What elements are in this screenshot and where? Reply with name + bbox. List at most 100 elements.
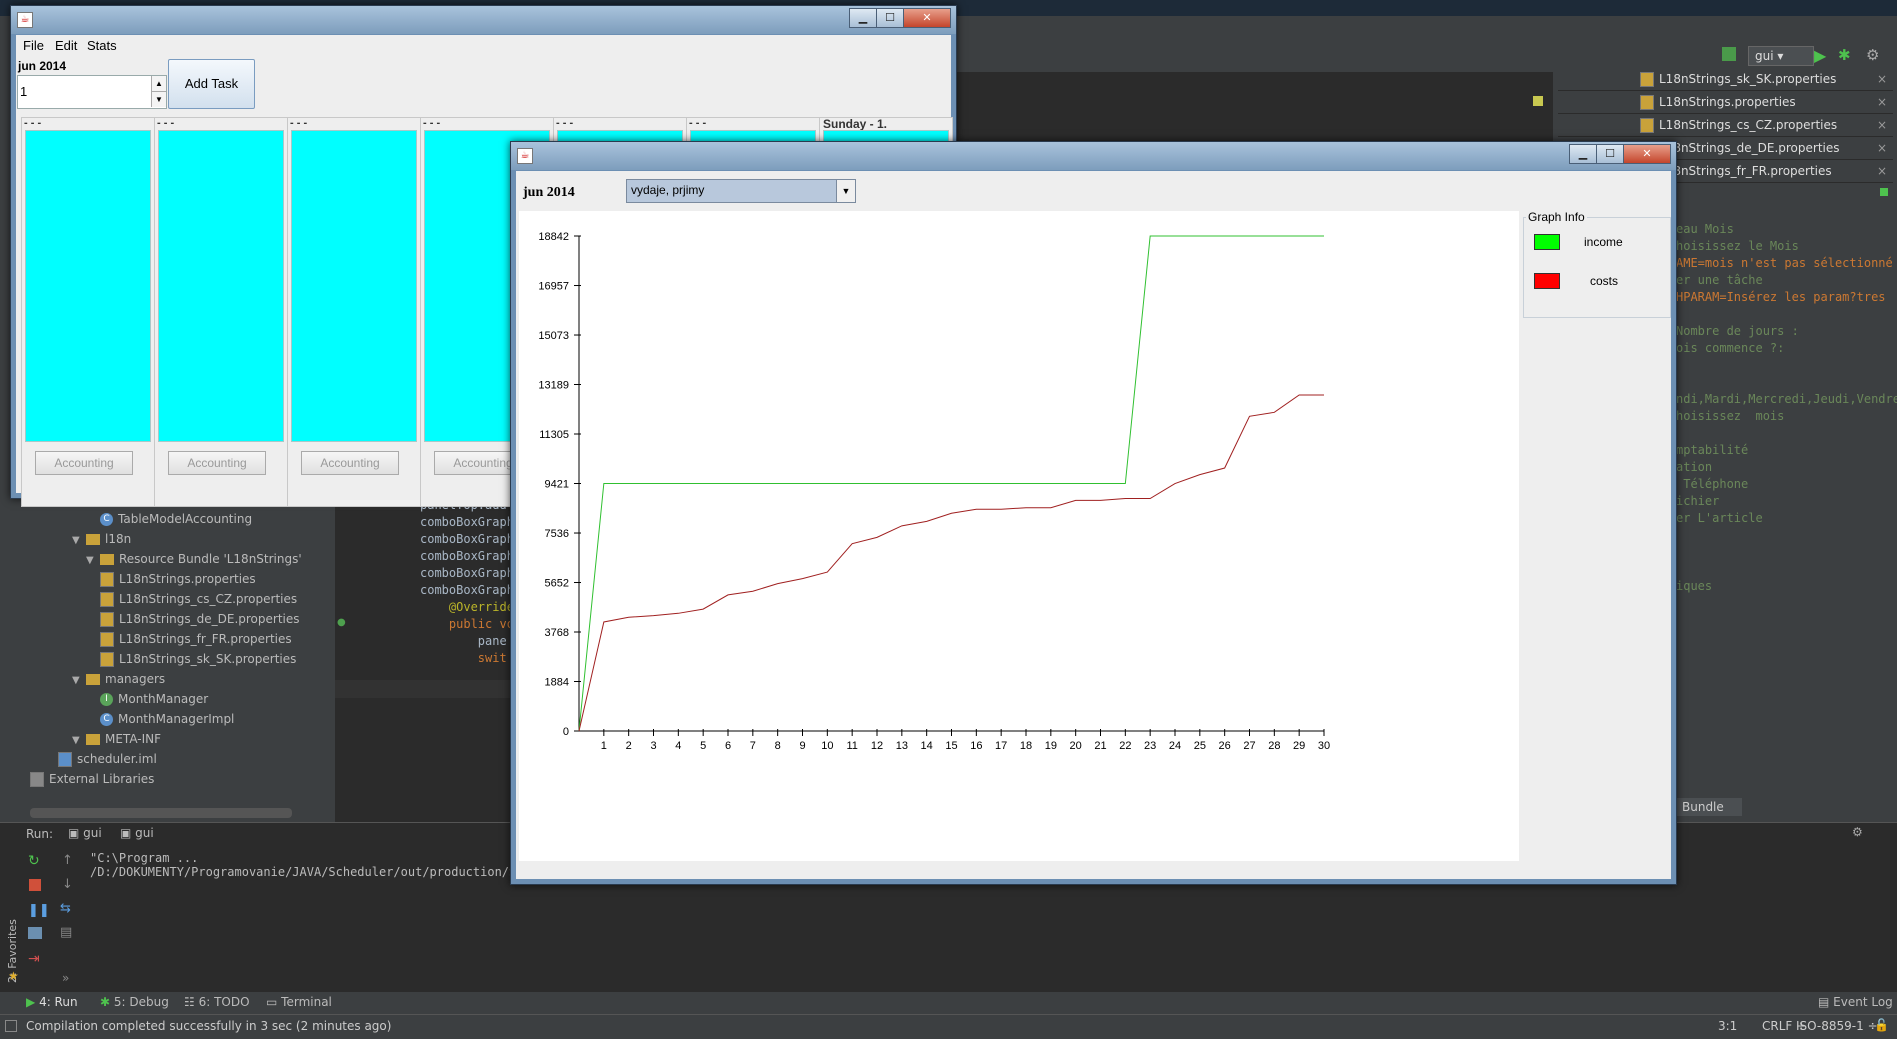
scroll-down-icon[interactable]: ↓: [62, 877, 73, 892]
run-tab-label: gui: [83, 826, 102, 840]
properties-line: er L'article: [1676, 511, 1763, 525]
file-encoding[interactable]: ISO-8859-1 ÷: [1796, 1019, 1878, 1033]
x-tick-label: 14: [921, 740, 933, 752]
bundle-tab[interactable]: Bundle: [1676, 798, 1742, 816]
run-config-select[interactable]: gui ▾: [1748, 46, 1814, 66]
graph-maximize-button[interactable]: ☐: [1596, 144, 1624, 164]
close-tab-icon[interactable]: ×: [1877, 91, 1887, 113]
tree-item[interactable]: scheduler.iml: [58, 750, 157, 768]
spinner-up-icon[interactable]: ▲: [151, 76, 166, 92]
status-toggle-icon[interactable]: [5, 1020, 17, 1032]
tool-tab-todo[interactable]: ☷ 6: TODO: [184, 995, 250, 1009]
expand-arrow-icon[interactable]: ▼: [72, 532, 82, 550]
properties-file-icon: [1640, 118, 1654, 133]
day-column-header: - - -: [157, 117, 175, 129]
tree-item[interactable]: ▼ Resource Bundle 'L18nStrings': [86, 550, 302, 568]
close-tab-icon[interactable]: ×: [1877, 137, 1887, 159]
tree-item[interactable]: L18nStrings_de_DE.properties: [100, 610, 300, 628]
accounting-button[interactable]: Accounting: [301, 451, 399, 475]
tool-tab-debug[interactable]: ✱ 5: Debug: [100, 995, 169, 1009]
close-tab-icon[interactable]: ×: [1877, 68, 1887, 90]
graph-close-button[interactable]: ✕: [1623, 144, 1671, 164]
day-tasks-area[interactable]: [291, 130, 417, 442]
soft-wrap-icon[interactable]: ⇆: [60, 901, 71, 916]
settings-icon[interactable]: ⚙: [1866, 46, 1879, 64]
menu-file[interactable]: File: [23, 38, 44, 53]
run-settings-icon[interactable]: ⚙: [1852, 825, 1863, 839]
tree-item[interactable]: L18nStrings_sk_SK.properties: [100, 650, 296, 668]
day-tasks-area[interactable]: [158, 130, 284, 442]
tree-item[interactable]: C MonthManagerImpl: [100, 710, 234, 728]
tree-item[interactable]: External Libraries: [30, 770, 154, 788]
scroll-up-icon[interactable]: ↑: [62, 853, 73, 868]
properties-line: ois commence ?:: [1676, 341, 1785, 355]
tree-item[interactable]: L18nStrings.properties: [100, 570, 256, 588]
tool-tab-run[interactable]: ▶ 4: Run: [26, 995, 78, 1009]
tree-item[interactable]: ▼ managers: [72, 670, 165, 688]
project-tree: C TableModelAccounting ▼ l18n ▼ Resource Bund…: [0, 510, 335, 790]
stop-icon[interactable]: [29, 879, 41, 891]
x-tick-label: 10: [821, 740, 833, 752]
properties-line: er une tâche: [1676, 273, 1763, 287]
folder-icon: [86, 674, 100, 685]
editor-tab[interactable]: L18nStrings.properties ×: [1558, 91, 1893, 114]
tool-tab-label: 6: TODO: [198, 995, 250, 1009]
project-scrollbar[interactable]: [30, 808, 292, 818]
tree-item[interactable]: ▼ l18n: [72, 530, 131, 548]
combo-arrow-icon[interactable]: ▼: [836, 180, 855, 202]
event-log-tab[interactable]: ▤ Event Log: [1818, 995, 1893, 1009]
graph-type-combo[interactable]: vydaje, prjimy ▼: [626, 179, 856, 203]
close-tab-icon[interactable]: ×: [1877, 114, 1887, 136]
run-icon[interactable]: ▶: [1814, 46, 1826, 65]
editor-tab[interactable]: L18nStrings_cs_CZ.properties ×: [1558, 114, 1893, 137]
override-gutter-icon[interactable]: ●: [337, 617, 346, 628]
spinner-down-icon[interactable]: ▼: [151, 92, 166, 107]
tree-item-label: MonthManagerImpl: [118, 712, 235, 726]
minimize-button[interactable]: ▁: [849, 8, 877, 28]
x-tick-label: 15: [945, 740, 957, 752]
day-tasks-area[interactable]: [25, 130, 151, 442]
add-task-button[interactable]: Add Task: [168, 59, 255, 109]
expand-arrow-icon[interactable]: ▼: [72, 732, 82, 750]
run-tab-gui-1[interactable]: ▣ gui: [68, 826, 102, 840]
rerun-icon[interactable]: ↻: [28, 853, 40, 869]
close-button[interactable]: ✕: [903, 8, 951, 28]
more-icon[interactable]: »: [62, 971, 69, 985]
java-app-icon: ☕: [517, 148, 533, 164]
tree-item[interactable]: I MonthManager: [100, 690, 208, 708]
menu-edit[interactable]: Edit: [55, 38, 77, 53]
pause-icon[interactable]: ❚❚: [28, 903, 50, 918]
graph-minimize-button[interactable]: ▁: [1569, 144, 1597, 164]
expand-arrow-icon[interactable]: ▼: [86, 552, 96, 570]
close-tab-icon[interactable]: ×: [1877, 160, 1887, 182]
accounting-button[interactable]: Accounting: [168, 451, 266, 475]
accounting-button[interactable]: Accounting: [35, 451, 133, 475]
tree-item-label: l18n: [105, 532, 132, 546]
expand-arrow-icon[interactable]: ▼: [72, 672, 82, 690]
tool-tab-terminal[interactable]: ▭ Terminal: [266, 995, 332, 1009]
x-tick-label: 16: [970, 740, 982, 752]
debug-icon[interactable]: ✱: [1838, 46, 1851, 64]
maximize-button[interactable]: ☐: [876, 8, 904, 28]
print-icon[interactable]: ▤: [60, 925, 72, 940]
sync-icon[interactable]: [1722, 47, 1736, 61]
editor-tab-label: L18nStrings_sk_SK.properties: [1659, 72, 1837, 86]
run-tab-gui-2[interactable]: ▣ gui: [120, 826, 154, 840]
tree-item-label: External Libraries: [49, 772, 155, 786]
day-value: 1: [20, 84, 28, 99]
graph-titlebar[interactable]: ☕ ▁ ☐ ✕: [511, 142, 1676, 170]
tree-item[interactable]: ▼ META-INF: [72, 730, 161, 748]
day-column-header: Sunday - 1.: [823, 117, 888, 131]
lock-icon[interactable]: 🔓: [1874, 1018, 1889, 1032]
day-spinner[interactable]: 1 ▲ ▼: [17, 75, 167, 109]
dump-threads-icon[interactable]: [28, 927, 42, 939]
tree-item[interactable]: C TableModelAccounting: [100, 510, 252, 528]
favorites-star-icon: ★: [8, 969, 19, 983]
tree-item[interactable]: L18nStrings_cs_CZ.properties: [100, 590, 297, 608]
exit-icon[interactable]: ⇥: [28, 951, 40, 967]
caret-position[interactable]: 3:1: [1718, 1019, 1737, 1033]
menu-stats[interactable]: Stats: [87, 38, 117, 53]
editor-tab[interactable]: L18nStrings_sk_SK.properties ×: [1558, 68, 1893, 91]
tree-item[interactable]: L18nStrings_fr_FR.properties: [100, 630, 292, 648]
scheduler-titlebar[interactable]: ☕ ▁ ☐ ✕: [11, 6, 956, 34]
